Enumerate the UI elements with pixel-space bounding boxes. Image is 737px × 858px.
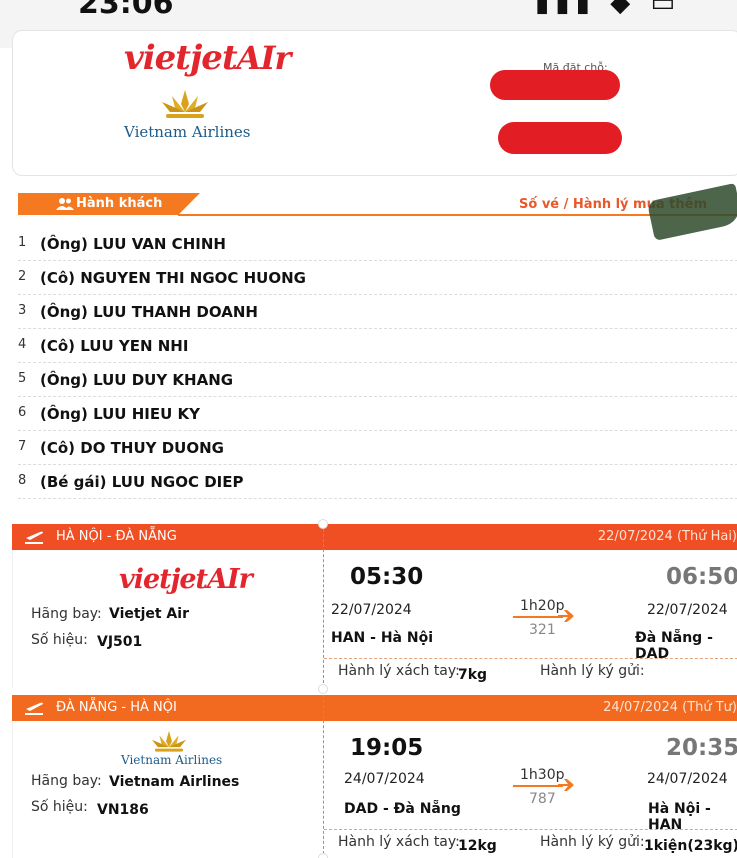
airline-name: Vietjet Air — [109, 606, 189, 622]
passenger-name: (Ông) LUU VAN CHINH — [40, 235, 226, 253]
passenger-name: (Ông) LUU HIEU KY — [40, 405, 200, 423]
passenger-number: 3 — [18, 303, 27, 318]
arrival-time: 20:35 — [666, 735, 737, 761]
flight-route: HÀ NỘI - ĐÀ NẴNG — [56, 529, 177, 544]
status-time: 23:06 — [78, 0, 174, 21]
carry-on-label: Hành lý xách tay: — [338, 663, 460, 679]
checked-baggage-label: Hành lý ký gửi: — [540, 663, 645, 679]
passenger-number: 2 — [18, 269, 27, 284]
ticket-notch — [318, 519, 328, 529]
redaction-mark — [498, 122, 622, 154]
baggage-row: Hành lý xách tay: 7kg Hành lý ký gửi: — [324, 658, 737, 683]
passenger-name: (Cô) LUU YEN NHI — [40, 337, 189, 355]
airline-label: Hãng bay: — [31, 606, 102, 622]
flight-header: ĐÀ NẴNG - HÀ NỘI 24/07/2024 (Thứ Tư) — [12, 695, 737, 721]
vietnam-airlines-lotus-icon — [151, 730, 187, 752]
flight-card-return[interactable]: ĐÀ NẴNG - HÀ NỘI 24/07/2024 (Thứ Tư) Vie… — [12, 695, 737, 858]
passenger-number: 1 — [18, 235, 27, 250]
carry-on-label: Hành lý xách tay: — [338, 834, 460, 850]
flight-route: ĐÀ NẴNG - HÀ NỘI — [56, 700, 177, 715]
aircraft-type: 787 — [529, 791, 556, 807]
passenger-row: 3 (Ông) LUU THANH DOANH — [18, 295, 737, 329]
passenger-number: 7 — [18, 439, 27, 454]
airline-label: Hãng bay: — [31, 773, 102, 789]
departure-place: HAN - Hà Nội — [331, 630, 433, 646]
departure-time: 05:30 — [350, 564, 424, 590]
plane-icon — [558, 610, 574, 622]
card-divider — [323, 695, 324, 858]
departure-date: 24/07/2024 — [344, 771, 425, 787]
arrival-date: 22/07/2024 — [647, 602, 728, 618]
carry-on-value: 7kg — [458, 667, 488, 683]
carry-on-value: 12kg — [458, 838, 497, 854]
route-arrow — [513, 616, 563, 618]
flight-number-label: Số hiệu: — [31, 799, 88, 815]
departure-time: 19:05 — [350, 735, 424, 761]
departure-date: 22/07/2024 — [331, 602, 412, 618]
vietnam-airlines-lotus-icon — [162, 90, 208, 118]
passenger-row: 4 (Cô) LUU YEN NHI — [18, 329, 737, 363]
passenger-number: 6 — [18, 405, 27, 420]
flight-number: VN186 — [97, 802, 149, 818]
flight-date-header: 22/07/2024 (Thứ Hai) — [597, 529, 737, 544]
airline-logo-card: Mã đặt chỗ: — [12, 30, 737, 176]
card-divider — [323, 524, 324, 688]
flight-number: VJ501 — [97, 634, 143, 650]
passenger-name: (Cô) DO THUY DUONG — [40, 439, 224, 457]
flight-number-label: Số hiệu: — [31, 632, 88, 648]
passenger-section-title: Hành khách — [76, 196, 163, 211]
passenger-name: (Ông) LUU DUY KHANG — [40, 371, 234, 389]
passenger-section-header: Hành khách Số vé / Hành lý mua thêm — [18, 193, 737, 216]
passenger-row: 2 (Cô) NGUYEN THI NGOC HUONG — [18, 261, 737, 295]
passenger-name: (Cô) NGUYEN THI NGOC HUONG — [40, 269, 306, 287]
vietjet-logo: vietjetAIr — [119, 564, 253, 595]
passenger-number: 8 — [18, 473, 27, 488]
flight-card-outbound[interactable]: HÀ NỘI - ĐÀ NẴNG 22/07/2024 (Thứ Hai) vi… — [12, 524, 737, 688]
flight-body: vietjetAIr Hãng bay: Vietjet Air Số hiệu… — [12, 550, 737, 688]
passenger-number: 5 — [18, 371, 27, 386]
vietnam-airlines-logo-text: Vietnam Airlines — [121, 753, 223, 767]
passenger-name: (Ông) LUU THANH DOANH — [40, 303, 258, 321]
passenger-row: 5 (Ông) LUU DUY KHANG — [18, 363, 737, 397]
users-icon — [56, 198, 74, 210]
baggage-row: Hành lý xách tay: 12kg Hành lý ký gửi: 1… — [324, 829, 737, 854]
passenger-row: 1 (Ông) LUU VAN CHINH — [18, 227, 737, 261]
signal-wifi-battery-icon: ▮▮▮ ◆ ▭ — [535, 0, 682, 18]
vietjet-logo: vietjetAIr — [124, 38, 291, 78]
plane-takeoff-icon — [25, 531, 43, 544]
passenger-row: 7 (Cô) DO THUY DUONG — [18, 431, 737, 465]
plane-icon — [558, 779, 574, 791]
flight-date-header: 24/07/2024 (Thứ Tư) — [603, 700, 737, 715]
flight-body: Vietnam Airlines Hãng bay: Vietnam Airli… — [12, 721, 737, 858]
plane-takeoff-icon — [25, 702, 43, 715]
ticket-notch — [318, 853, 328, 858]
passenger-row: 6 (Ông) LUU HIEU KY — [18, 397, 737, 431]
checked-baggage-label: Hành lý ký gửi: — [540, 834, 645, 850]
airline-name: Vietnam Airlines — [109, 774, 240, 790]
aircraft-type: 321 — [529, 622, 556, 638]
passenger-number: 4 — [18, 337, 27, 352]
flight-header: HÀ NỘI - ĐÀ NẴNG 22/07/2024 (Thứ Hai) — [12, 524, 737, 550]
departure-place: DAD - Đà Nẵng — [344, 801, 461, 817]
ticket-notch — [318, 684, 328, 694]
passenger-name: (Bé gái) LUU NGOC DIEP — [40, 473, 244, 491]
redaction-mark — [490, 70, 620, 100]
checked-baggage-value: 1kiện(23kg) — [644, 838, 737, 854]
vietnam-airlines-logo-text: Vietnam Airlines — [124, 123, 251, 141]
route-arrow — [513, 785, 563, 787]
passenger-row: 8 (Bé gái) LUU NGOC DIEP — [18, 465, 737, 499]
arrival-time: 06:50 — [666, 564, 737, 590]
arrival-date: 24/07/2024 — [647, 771, 728, 787]
